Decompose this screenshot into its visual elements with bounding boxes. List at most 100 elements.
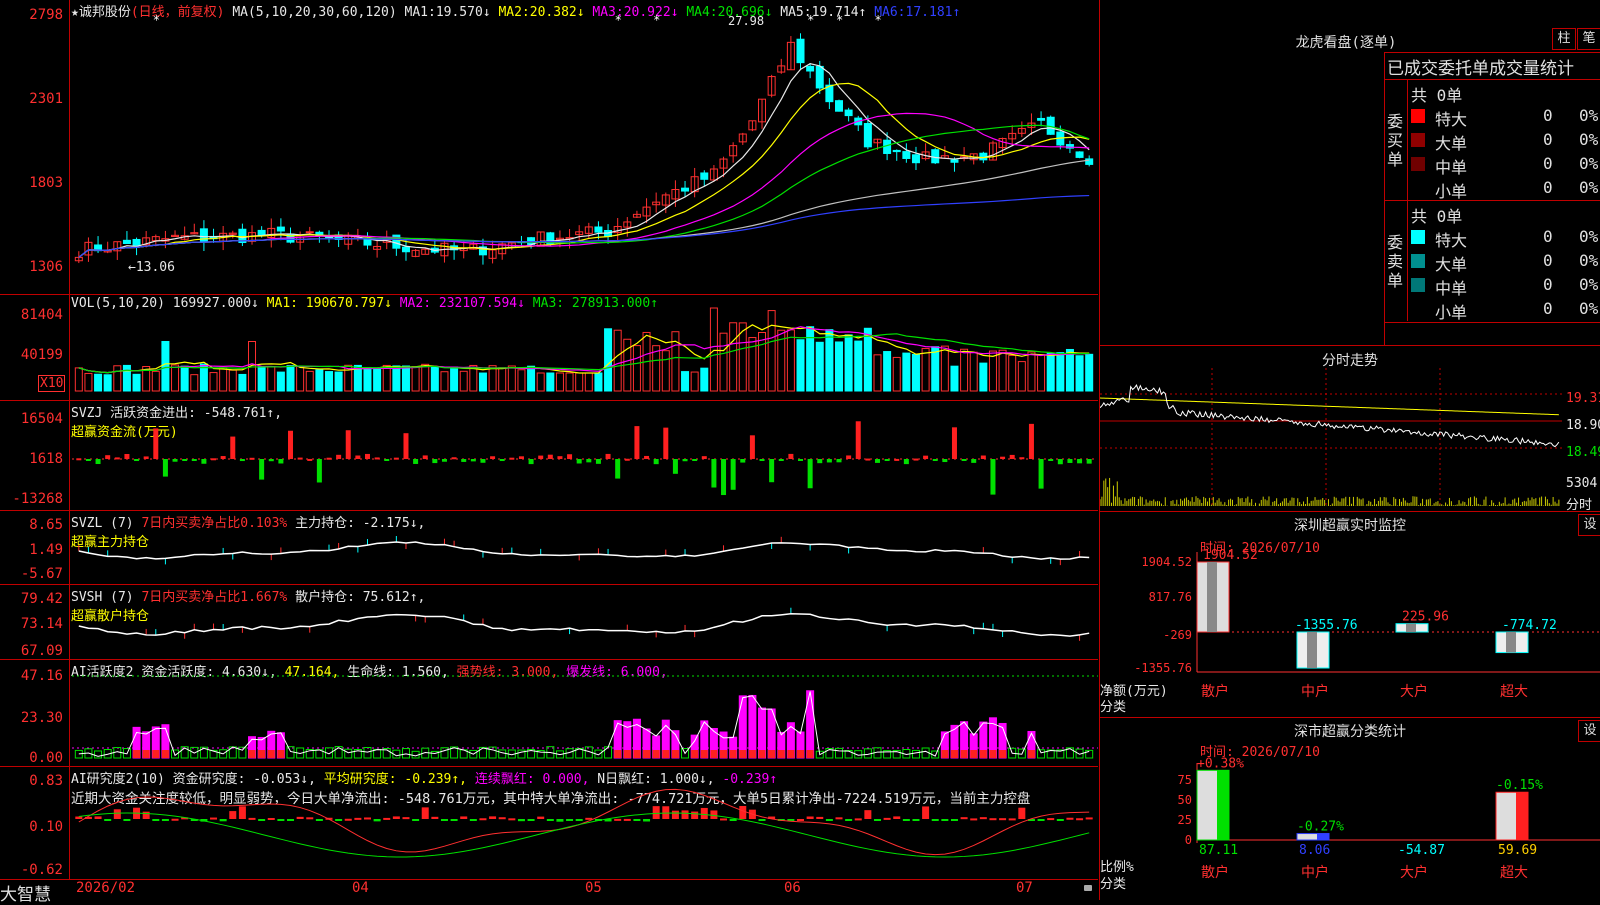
activity-base	[710, 750, 718, 758]
intraday-chart[interactable]	[1100, 346, 1600, 512]
price-candle	[401, 246, 410, 253]
intraday-panel[interactable]: 分时走势 19.31 18.90 18.49 5304 分时	[1099, 345, 1600, 513]
volume-bar	[113, 365, 122, 392]
ai2-bars[interactable]	[0, 767, 1098, 880]
activity-base	[729, 750, 737, 758]
bar-mode-button[interactable]: 柱	[1552, 28, 1576, 50]
brand-logo[interactable]: 大智慧	[0, 880, 51, 905]
research-bar	[883, 817, 891, 820]
flow-bar	[874, 459, 880, 463]
sell-l-swatch	[1411, 254, 1425, 268]
research-bar	[277, 819, 285, 821]
activity-base	[633, 750, 641, 758]
svzj-pane[interactable]: 16504 1618 -13268 SVZJ 活跃资金进出: -548.761↑…	[0, 401, 1098, 511]
activity-base	[700, 750, 708, 758]
volume-bar	[854, 340, 863, 392]
volume-bar	[411, 366, 420, 392]
volume-bars[interactable]	[0, 295, 1098, 401]
longhu-title: 龙虎看盘(逐单)	[1295, 35, 1397, 51]
ai2-pane[interactable]: 0.83 0.10 -0.62 AI研究度2(10) 资金研究度: -0.053…	[0, 767, 1098, 880]
flow-bar	[1009, 454, 1015, 459]
research-bar	[999, 818, 1007, 821]
buy-xl-swatch	[1411, 109, 1425, 123]
ai1-bars[interactable]	[0, 660, 1098, 767]
research-bar	[287, 819, 295, 821]
sz-class-panel[interactable]: 深市超赢分类统计 设 时间: 2026/07/10 75 50 25 0 +0.38% 8…	[1099, 717, 1600, 900]
volume-bar	[1008, 354, 1017, 392]
class-pct: +0.38%	[1197, 756, 1244, 771]
sz-monitor-panel[interactable]: 深圳超赢实时监控 设 时间: 2026/07/10 1904.52 817.76-…	[1099, 511, 1600, 717]
sell-l-pct: 0%	[1579, 251, 1599, 270]
sell-row-m: 中单 0 0%	[1411, 275, 1600, 298]
volume-bar	[459, 370, 468, 392]
event-marker: *	[653, 13, 660, 27]
sz-monitor-chart[interactable]: 1904.52 817.76 -269 -1355.76 1904.52 散户 -1355.…	[1100, 512, 1600, 718]
research-bar	[825, 819, 833, 821]
svzj-bars[interactable]	[0, 401, 1098, 511]
ai1-pane[interactable]: 47.16 23.30 0.00 AI活跃度2 资金活跃度: 4.630↓, 4…	[0, 660, 1098, 767]
ma-line	[78, 124, 1090, 258]
activity-base	[748, 750, 756, 758]
flow-bar	[307, 458, 313, 461]
activity-base	[720, 750, 728, 758]
activity-bar	[74, 749, 83, 759]
activity-base	[941, 750, 949, 758]
flow-bar	[740, 459, 746, 463]
price-candles[interactable]: * * * * * *	[0, 0, 1098, 295]
research-bar	[1066, 817, 1074, 820]
research-bar	[614, 818, 622, 821]
svsh-pane[interactable]: 79.42 73.14 67.09 SVSH (7) 7日内买卖净占比1.667…	[0, 585, 1098, 660]
price-candle	[1085, 158, 1094, 165]
buy-m-swatch	[1411, 157, 1425, 171]
research-bar	[950, 819, 958, 821]
activity-base	[739, 750, 747, 758]
research-bar	[373, 819, 381, 822]
price-candle	[892, 149, 901, 153]
flow-bar	[480, 459, 486, 463]
svsh-line[interactable]	[0, 585, 1098, 660]
research-bar	[498, 817, 506, 820]
volume-bar	[758, 331, 767, 392]
svzl-line[interactable]	[0, 511, 1098, 585]
sz-class-chart[interactable]: 75 50 25 0 +0.38% 87.11 散户 -0.27% 8.06 中户 -54.87 大户…	[1100, 718, 1600, 901]
monitor-value: 1904.52	[1203, 548, 1258, 563]
flow-bar	[191, 459, 197, 461]
price-candle	[815, 65, 824, 89]
price-candle	[132, 238, 141, 246]
buy-s-count: 0	[1543, 178, 1553, 197]
research-bar	[229, 811, 237, 819]
price-candle	[844, 109, 853, 117]
flow-bar	[76, 458, 82, 461]
research-bar	[142, 811, 150, 819]
activity-base	[643, 750, 651, 758]
svzl-pane[interactable]: 8.65 1.49 -5.67 SVZL (7) 7日内买卖净占比0.103% …	[0, 511, 1098, 585]
monitor-bar-3	[1495, 631, 1529, 654]
flow-bar	[730, 459, 736, 490]
volume-bar	[950, 365, 959, 392]
price-candle	[681, 187, 690, 192]
tick-mode-button[interactable]: 笔	[1577, 28, 1600, 50]
price-pane[interactable]: 2798 2301 1803 1306 ★诚邦股份(日线，前复权) MA(5,1…	[0, 0, 1098, 295]
research-bar	[315, 819, 323, 821]
longhu-panel: 龙虎看盘(逐单) 柱 笔 已成交委托单成交量统计 委买单 共 0单 特大 0 0…	[1099, 0, 1600, 345]
research-bar	[113, 809, 121, 819]
flow-bar	[499, 459, 505, 462]
volume-pane[interactable]: 81404 40199 X10 VOL(5,10,20) 169927.000↓…	[0, 295, 1098, 401]
buy-l-pct: 0%	[1579, 130, 1599, 149]
ma-line	[78, 194, 1090, 258]
flow-bar	[345, 430, 351, 459]
y-tick: 1904.52	[1141, 555, 1192, 569]
buy-l-swatch	[1411, 133, 1425, 147]
lock-icon[interactable]	[1084, 885, 1092, 891]
research-bar	[1037, 819, 1045, 821]
volume-bar	[94, 373, 103, 392]
volume-bar	[546, 372, 555, 392]
flow-bar	[961, 459, 967, 461]
volume-bar	[373, 368, 382, 392]
research-bar	[431, 816, 439, 819]
research-bar	[873, 819, 881, 821]
sell-row-s: 小单 0 0%	[1411, 299, 1600, 322]
flow-bar	[288, 430, 294, 459]
price-candle	[902, 151, 911, 159]
flow-bar	[1067, 459, 1073, 463]
